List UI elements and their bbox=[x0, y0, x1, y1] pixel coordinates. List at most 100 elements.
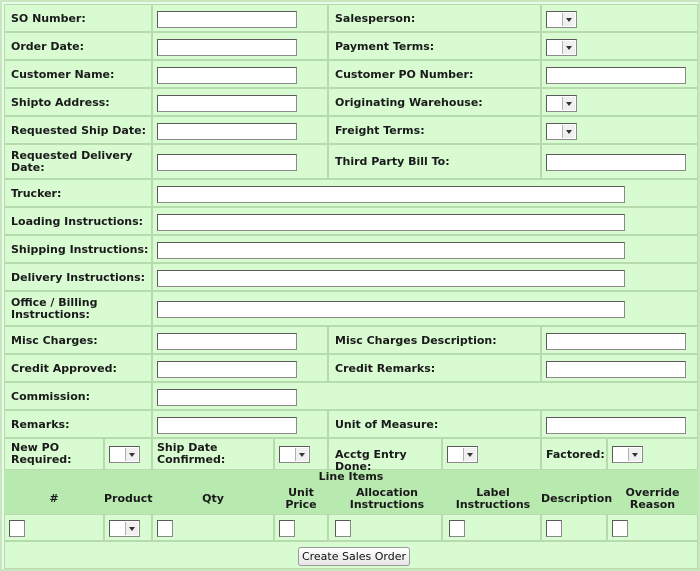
acctg-entry-done-select[interactable] bbox=[447, 446, 478, 463]
ship-date-confirmed-select[interactable] bbox=[279, 446, 310, 463]
so-number-input[interactable] bbox=[157, 11, 297, 28]
description-input[interactable] bbox=[546, 520, 562, 537]
shipto-address-label: Shipto Address: bbox=[11, 96, 110, 109]
column-header-unit-price: Unit Price bbox=[285, 486, 317, 511]
ship-date-confirmed-label: Ship Date Confirmed: bbox=[157, 441, 226, 466]
loading-instructions-label-cell: Loading Instructions: bbox=[4, 207, 152, 235]
product-select[interactable] bbox=[109, 520, 140, 537]
new-po-required-label-cell: New PO Required: bbox=[4, 438, 104, 470]
customer-po-number-input[interactable] bbox=[546, 67, 686, 84]
shipping-instructions-input[interactable] bbox=[157, 242, 625, 259]
salesperson-select-cell bbox=[541, 4, 698, 32]
requested-ship-date-input-cell bbox=[152, 116, 328, 144]
factored-select-cell bbox=[607, 438, 698, 470]
order-date-input[interactable] bbox=[157, 39, 297, 56]
commission-input[interactable] bbox=[157, 389, 297, 406]
office-billing-instructions-label: Office / Billing Instructions: bbox=[11, 296, 98, 321]
salesperson-select[interactable] bbox=[546, 11, 577, 28]
order-date-label: Order Date: bbox=[11, 40, 85, 53]
allocation-instructions-input[interactable] bbox=[335, 520, 351, 537]
create-sales-order-button[interactable]: Create Sales Order bbox=[298, 547, 410, 566]
credit-approved-label-cell: Credit Approved: bbox=[4, 354, 152, 382]
requested-ship-date-input[interactable] bbox=[157, 123, 297, 140]
ship-date-confirmed-label-cell: Ship Date Confirmed: bbox=[152, 438, 274, 470]
unit-of-measure-label-cell: Unit of Measure: bbox=[328, 410, 541, 438]
qty-input[interactable] bbox=[157, 520, 173, 537]
factored-label: Factored: bbox=[546, 448, 605, 461]
loading-instructions-input-cell bbox=[152, 207, 698, 235]
shipping-instructions-label: Shipping Instructions: bbox=[11, 243, 149, 256]
originating-warehouse-select[interactable] bbox=[546, 95, 577, 112]
misc-charges-description-input[interactable] bbox=[546, 333, 686, 350]
misc-charges-description-input-cell bbox=[541, 326, 698, 354]
misc-charges-label-cell: Misc Charges: bbox=[4, 326, 152, 354]
unit-of-measure-input-cell bbox=[541, 410, 698, 438]
office-billing-instructions-input[interactable] bbox=[157, 301, 625, 318]
remarks-input[interactable] bbox=[157, 417, 297, 434]
new-po-required-select-cell bbox=[104, 438, 152, 470]
line-number-input[interactable] bbox=[9, 520, 25, 537]
remarks-label: Remarks: bbox=[11, 418, 70, 431]
label-instructions-input[interactable] bbox=[449, 520, 465, 537]
trucker-label-cell: Trucker: bbox=[4, 179, 152, 207]
delivery-instructions-label: Delivery Instructions: bbox=[11, 271, 146, 284]
new-po-required-label: New PO Required: bbox=[11, 441, 72, 466]
loading-instructions-input[interactable] bbox=[157, 214, 625, 231]
misc-charges-input[interactable] bbox=[157, 333, 297, 350]
column-header-allocation-instructions: Allocation Instructions bbox=[349, 486, 425, 511]
unit-of-measure-input[interactable] bbox=[546, 417, 686, 434]
line-items-title: Line Items bbox=[318, 470, 384, 483]
requested-delivery-date-input[interactable] bbox=[157, 154, 297, 171]
column-header-number: # bbox=[49, 492, 59, 505]
unit-of-measure-label: Unit of Measure: bbox=[335, 418, 439, 431]
column-header-description: Description bbox=[541, 492, 613, 505]
submit-row: Create Sales Order bbox=[4, 541, 698, 569]
line-number-cell bbox=[4, 514, 104, 541]
order-date-input-cell bbox=[152, 32, 328, 60]
third-party-bill-to-label-cell: Third Party Bill To: bbox=[328, 144, 541, 179]
trucker-input[interactable] bbox=[157, 186, 625, 203]
freight-terms-select-cell bbox=[541, 116, 698, 144]
originating-warehouse-label: Originating Warehouse: bbox=[335, 96, 483, 109]
third-party-bill-to-input-cell bbox=[541, 144, 698, 179]
freight-terms-label-cell: Freight Terms: bbox=[328, 116, 541, 144]
allocation-instructions-cell bbox=[328, 514, 442, 541]
new-po-required-select[interactable] bbox=[109, 446, 140, 463]
shipto-address-input-cell bbox=[152, 88, 328, 116]
credit-approved-input[interactable] bbox=[157, 361, 297, 378]
trucker-label: Trucker: bbox=[11, 187, 62, 200]
customer-po-number-label: Customer PO Number: bbox=[335, 68, 474, 81]
factored-label-cell: Factored: bbox=[541, 438, 607, 470]
commission-input-cell bbox=[152, 382, 698, 410]
payment-terms-select[interactable] bbox=[546, 39, 577, 56]
requested-delivery-date-input-cell bbox=[152, 144, 328, 179]
chevron-down-icon bbox=[562, 13, 575, 26]
payment-terms-select-cell bbox=[541, 32, 698, 60]
freight-terms-select[interactable] bbox=[546, 123, 577, 140]
ship-date-confirmed-select-cell bbox=[274, 438, 328, 470]
freight-terms-label: Freight Terms: bbox=[335, 124, 425, 137]
delivery-instructions-input[interactable] bbox=[157, 270, 625, 287]
unit-price-cell bbox=[274, 514, 328, 541]
customer-name-input[interactable] bbox=[157, 67, 297, 84]
trucker-input-cell bbox=[152, 179, 698, 207]
override-reason-input[interactable] bbox=[612, 520, 628, 537]
credit-remarks-input[interactable] bbox=[546, 361, 686, 378]
misc-charges-description-label: Misc Charges Description: bbox=[335, 334, 497, 347]
so-number-label-cell: SO Number: bbox=[4, 4, 152, 32]
unit-price-input[interactable] bbox=[279, 520, 295, 537]
chevron-down-icon bbox=[463, 448, 476, 461]
customer-name-label-cell: Customer Name: bbox=[4, 60, 152, 88]
third-party-bill-to-input[interactable] bbox=[546, 154, 686, 171]
shipping-instructions-label-cell: Shipping Instructions: bbox=[4, 235, 152, 263]
chevron-down-icon bbox=[562, 41, 575, 54]
description-cell bbox=[541, 514, 607, 541]
shipto-address-input[interactable] bbox=[157, 95, 297, 112]
misc-charges-input-cell bbox=[152, 326, 328, 354]
sales-order-form: SO Number: Salesperson: Order Date: Paym… bbox=[0, 0, 700, 571]
requested-delivery-date-label: Requested Delivery Date: bbox=[11, 149, 133, 174]
order-date-label-cell: Order Date: bbox=[4, 32, 152, 60]
acctg-entry-done-label-cell: Acctg Entry Done: bbox=[328, 438, 442, 473]
factored-select[interactable] bbox=[612, 446, 643, 463]
shipping-instructions-input-cell bbox=[152, 235, 698, 263]
